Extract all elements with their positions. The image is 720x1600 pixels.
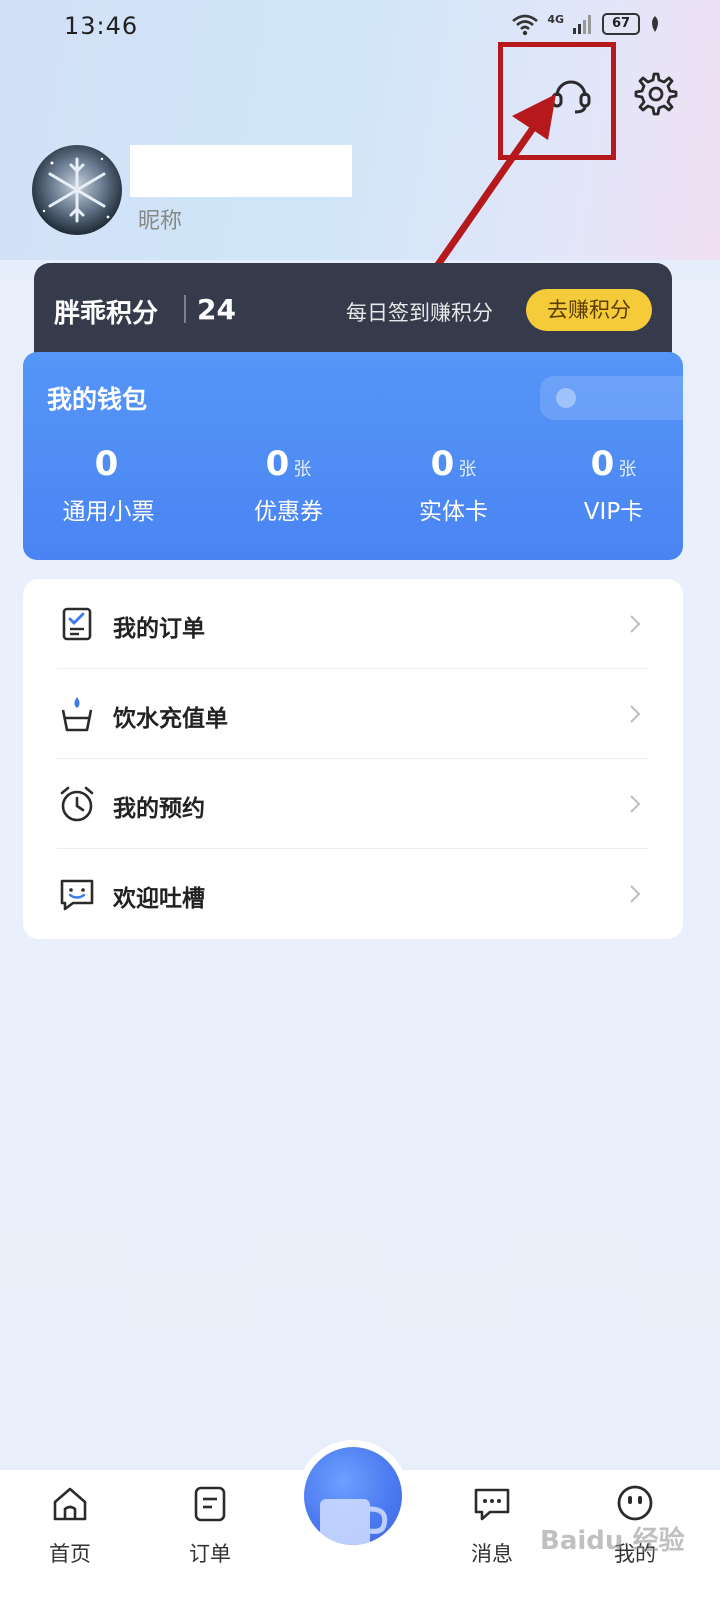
wallet-title: 我的钱包 [47,385,148,414]
wallet-stat-unit: 张 [458,459,477,480]
wallet-stat-value: 0 [430,444,455,484]
water-cup-icon [61,697,93,732]
chevron-right-icon [630,885,641,903]
chevron-right-icon [630,615,641,633]
wallet-stat-label: 实体卡 [419,499,488,525]
wallet-stat-value: 0 [590,444,615,484]
points-card: 胖乖积分 24 每日签到赚积分 去赚积分 [34,263,672,363]
tab-home[interactable]: 首页 [20,1484,120,1568]
daily-checkin-text: 每日签到赚积分 [346,301,493,325]
wallet-stat-label: VIP卡 [583,499,644,525]
battery-indicator: 67 [602,13,640,35]
annotation-highlight-box [498,42,616,160]
wallet-stat-vip-cards[interactable]: 0张 VIP卡 [531,444,683,526]
tab-label: 首页 [49,1542,91,1566]
wallet-toggle[interactable] [540,376,683,420]
menu-card: 我的订单 饮水充值单 我的预约 欢迎吐槽 [23,579,683,939]
wallet-stat-tickets[interactable]: 0 通用小票 [26,444,191,526]
wallet-stat-physical-cards[interactable]: 0张 实体卡 [371,444,536,526]
cup-center-icon [320,1499,388,1545]
points-divider [184,295,186,323]
order-checklist-icon [62,607,92,641]
status-time: 13:46 [64,12,139,40]
home-icon [53,1487,87,1521]
wifi-icon [512,14,539,36]
menu-item-feedback[interactable]: 欢迎吐槽 [57,849,649,939]
menu-item-my-reservations[interactable]: 我的预约 [57,759,649,849]
wallet-stat-coupons[interactable]: 0张 优惠券 [206,444,371,526]
wallet-stat-value: 0 [94,444,119,484]
wallet-stat-label: 通用小票 [62,499,155,525]
gear-icon [634,72,678,116]
wallet-stat-label: 优惠券 [254,499,323,525]
menu-item-label: 饮水充值单 [113,706,228,732]
leaf-icon [652,16,658,32]
wallet-stat-unit: 张 [618,459,637,480]
feedback-chat-icon [60,879,94,911]
watermark-text: Baidu 经验 [540,1526,685,1556]
network-type-label: 4G [547,12,564,26]
tab-orders[interactable]: 订单 [160,1484,260,1568]
earn-points-button[interactable]: 去赚积分 [526,289,652,331]
nickname-label: 昵称 [138,209,183,234]
profile-face-icon [617,1485,653,1521]
menu-item-water-recharge[interactable]: 饮水充值单 [57,669,649,759]
tab-messages[interactable]: 消息 [442,1484,542,1568]
points-value: 24 [197,293,236,326]
chevron-right-icon [630,795,641,813]
center-cup-button[interactable] [304,1447,402,1545]
tab-label: 订单 [189,1542,231,1566]
username-redacted [130,145,352,197]
wallet-card: 我的钱包 0 通用小票 0张 优惠券 0张 实体卡 0张 VIP卡 [23,352,683,560]
tab-label: 消息 [471,1542,513,1566]
order-icon [194,1486,226,1522]
points-label: 胖乖积分 [54,299,159,329]
wallet-stat-unit: 张 [293,459,312,480]
snowflake-icon [42,157,110,223]
status-icons: 4G 67 [511,12,662,36]
wallet-toggle-knob [556,388,576,408]
settings-button[interactable] [628,66,684,122]
menu-item-my-orders[interactable]: 我的订单 [57,579,649,669]
alarm-clock-icon [60,786,94,822]
menu-item-label: 欢迎吐槽 [113,886,205,912]
avatar[interactable] [32,145,122,235]
signal-icon [573,15,591,34]
message-icon [474,1488,510,1521]
chevron-right-icon [630,705,641,723]
menu-item-label: 我的预约 [113,796,205,822]
wallet-stat-value: 0 [265,444,290,484]
menu-item-label: 我的订单 [113,616,205,642]
